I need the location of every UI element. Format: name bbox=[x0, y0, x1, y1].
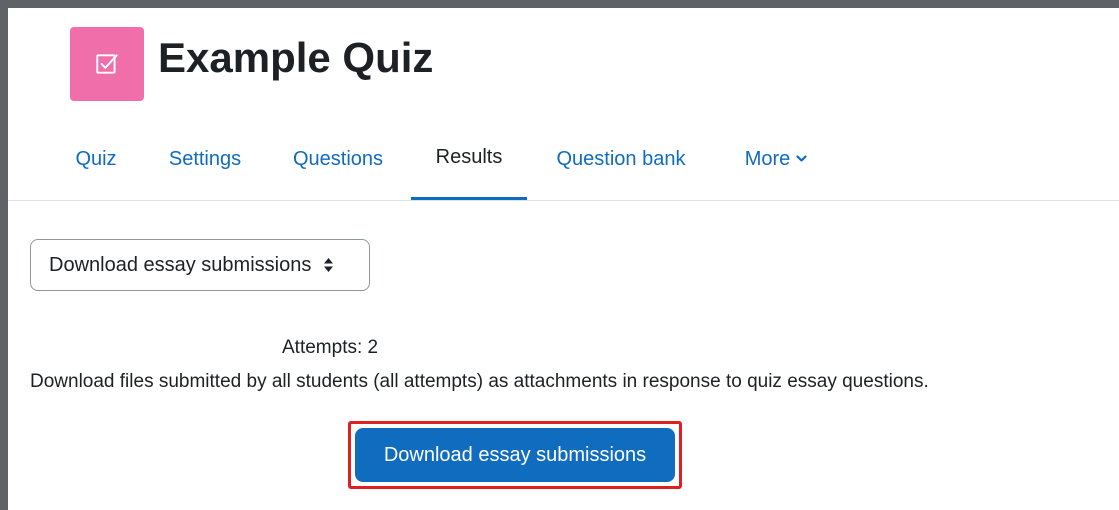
tab-results-label: Results bbox=[435, 146, 503, 168]
report-select[interactable]: Download essay submissions bbox=[30, 239, 370, 291]
tab-more-label: More bbox=[744, 147, 791, 170]
secondary-navigation: Quiz Settings Questions Results Question… bbox=[8, 118, 1119, 201]
tab-results[interactable]: Results bbox=[411, 118, 527, 200]
tab-settings-label: Settings bbox=[168, 147, 242, 170]
download-essay-submissions-button[interactable]: Download essay submissions bbox=[355, 428, 675, 482]
tab-questions-label: Questions bbox=[292, 147, 384, 170]
tab-settings[interactable]: Settings bbox=[148, 118, 262, 200]
attempts-count: Attempts: 2 bbox=[282, 337, 379, 358]
report-select-value: Download essay submissions bbox=[49, 253, 312, 276]
quiz-checkbox-icon bbox=[70, 27, 144, 101]
chevron-down-icon bbox=[796, 155, 807, 163]
page-header: Example Quiz bbox=[70, 27, 433, 101]
tab-quiz-label: Quiz bbox=[75, 147, 117, 170]
tab-more[interactable]: More bbox=[724, 118, 828, 200]
sort-updown-icon bbox=[323, 257, 334, 273]
tab-quiz[interactable]: Quiz bbox=[52, 118, 140, 200]
tab-question-bank-label: Question bank bbox=[556, 147, 686, 170]
tab-question-bank[interactable]: Question bank bbox=[534, 118, 708, 200]
download-description: Download files submitted by all students… bbox=[30, 371, 929, 392]
page-title: Example Quiz bbox=[158, 34, 434, 81]
tab-questions[interactable]: Questions bbox=[273, 118, 403, 200]
